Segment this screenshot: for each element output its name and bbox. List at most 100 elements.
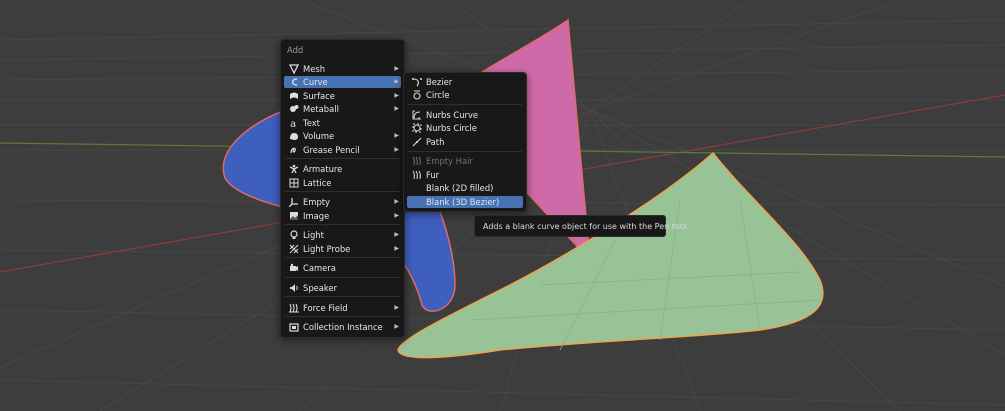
speaker-icon (289, 283, 299, 293)
curve-submenu: Bezier Circle Nurbs Curve Nurbs Circle Path E… (403, 72, 527, 212)
menu-item-circle[interactable]: Circle (407, 89, 523, 101)
menu-separator (285, 158, 400, 159)
menu-item-label: Mesh (303, 64, 326, 74)
menu-item-curve[interactable]: Curve ▶ (284, 76, 401, 88)
menu-item-nurbs-circle[interactable]: Nurbs Circle (407, 122, 523, 134)
light-icon (289, 230, 299, 240)
menu-item-label: Text (303, 118, 320, 128)
force-field-icon (289, 303, 299, 313)
menu-item-label: Surface (303, 91, 335, 101)
armature-icon (289, 164, 299, 174)
empty-hair-icon (412, 156, 422, 166)
menu-separator (408, 151, 522, 152)
menu-item-label: Collection Instance (303, 322, 383, 332)
submenu-arrow-icon: ▶ (394, 78, 399, 85)
menu-item-label: Camera (303, 263, 336, 273)
menu-separator (408, 104, 522, 105)
menu-item-armature[interactable]: Armature (284, 163, 401, 175)
image-icon (289, 211, 299, 221)
menu-separator (285, 257, 400, 258)
nurbs-circle-icon (412, 123, 422, 133)
menu-separator (285, 316, 400, 317)
menu-item-blank-3d-bezier[interactable]: Blank (3D Bezier) (407, 196, 523, 208)
menu-item-speaker[interactable]: Speaker (284, 282, 401, 294)
submenu-arrow-icon: ▶ (394, 212, 399, 219)
menu-item-label: Lattice (303, 178, 332, 188)
menu-item-volume[interactable]: Volume ▶ (284, 130, 401, 142)
menu-item-mesh[interactable]: Mesh ▶ (284, 63, 401, 75)
mesh-icon (289, 64, 299, 74)
menu-item-label: Image (303, 211, 330, 221)
menu-item-label: Grease Pencil (303, 145, 360, 155)
menu-item-label: Blank (3D Bezier) (426, 197, 500, 207)
menu-item-blank-2d-filled[interactable]: Blank (2D filled) (407, 182, 523, 194)
curve-icon (289, 77, 299, 87)
menu-item-label: Light (303, 230, 324, 240)
menu-separator (285, 191, 400, 192)
menu-item-label: Light Probe (303, 244, 351, 254)
surface-icon (289, 91, 299, 101)
submenu-arrow-icon: ▶ (394, 92, 399, 99)
nurbs-curve-icon (412, 110, 422, 120)
menu-separator (285, 224, 400, 225)
submenu-arrow-icon: ▶ (394, 323, 399, 330)
light-probe-icon (289, 244, 299, 254)
menu-item-collection-instance[interactable]: Collection Instance ▶ (284, 321, 401, 333)
bezier-circle-icon (412, 90, 422, 100)
menu-item-label: Volume (303, 131, 335, 141)
menu-item-image[interactable]: Image ▶ (284, 210, 401, 222)
metaball-icon (289, 104, 299, 114)
add-menu: Add Mesh ▶ Curve ▶ Surface ▶ Metaball ▶ a Text Vol… (280, 39, 405, 338)
menu-item-label: Nurbs Curve (426, 110, 479, 120)
menu-item-label: Force Field (303, 303, 348, 313)
menu-item-text[interactable]: a Text (284, 117, 401, 129)
submenu-arrow-icon: ▶ (394, 304, 399, 311)
menu-item-path[interactable]: Path (407, 136, 523, 148)
menu-item-label: Fur (426, 170, 440, 180)
svg-text:a: a (290, 119, 296, 128)
menu-item-bezier[interactable]: Bezier (407, 76, 523, 88)
submenu-arrow-icon: ▶ (394, 231, 399, 238)
lattice-icon (289, 178, 299, 188)
fur-icon (412, 170, 422, 180)
menu-item-force-field[interactable]: Force Field ▶ (284, 302, 401, 314)
grease-pencil-icon (289, 145, 299, 155)
menu-item-fur[interactable]: Fur (407, 169, 523, 181)
menu-item-label: Bezier (426, 77, 453, 87)
menu-item-metaball[interactable]: Metaball ▶ (284, 103, 401, 115)
menu-item-surface[interactable]: Surface ▶ (284, 90, 401, 102)
camera-icon (289, 263, 299, 273)
menu-item-label: Metaball (303, 104, 339, 114)
menu-item-empty[interactable]: Empty ▶ (284, 196, 401, 208)
menu-item-label: Curve (303, 77, 328, 87)
menu-item-label: Empty Hair (426, 156, 473, 166)
menu-item-label: Circle (426, 90, 450, 100)
menu-item-light-probe[interactable]: Light Probe ▶ (284, 243, 401, 255)
menu-separator (285, 277, 400, 278)
menu-item-empty-hair[interactable]: Empty Hair (407, 155, 523, 167)
bezier-icon (412, 77, 422, 87)
empty-icon (289, 197, 299, 207)
submenu-arrow-icon: ▶ (394, 198, 399, 205)
tooltip: Adds a blank curve object for use with t… (474, 215, 689, 237)
menu-item-light[interactable]: Light ▶ (284, 229, 401, 241)
menu-separator (285, 296, 400, 297)
menu-item-grease-pencil[interactable]: Grease Pencil ▶ (284, 144, 401, 156)
menu-item-nurbs-curve[interactable]: Nurbs Curve (407, 109, 523, 121)
menu-item-label: Empty (303, 197, 331, 207)
submenu-arrow-icon: ▶ (394, 105, 399, 112)
path-icon (412, 137, 422, 147)
submenu-arrow-icon: ▶ (394, 146, 399, 153)
menu-item-camera[interactable]: Camera (284, 262, 401, 274)
add-menu-title: Add (287, 45, 304, 55)
menu-item-label: Armature (303, 164, 343, 174)
volume-icon (289, 131, 299, 141)
collection-icon (289, 322, 299, 332)
menu-item-lattice[interactable]: Lattice (284, 177, 401, 189)
submenu-arrow-icon: ▶ (394, 245, 399, 252)
menu-item-label: Blank (2D filled) (426, 183, 494, 193)
submenu-arrow-icon: ▶ (394, 65, 399, 72)
menu-item-label: Speaker (303, 283, 338, 293)
menu-item-label: Path (426, 137, 445, 147)
menu-item-label: Nurbs Circle (426, 123, 477, 133)
